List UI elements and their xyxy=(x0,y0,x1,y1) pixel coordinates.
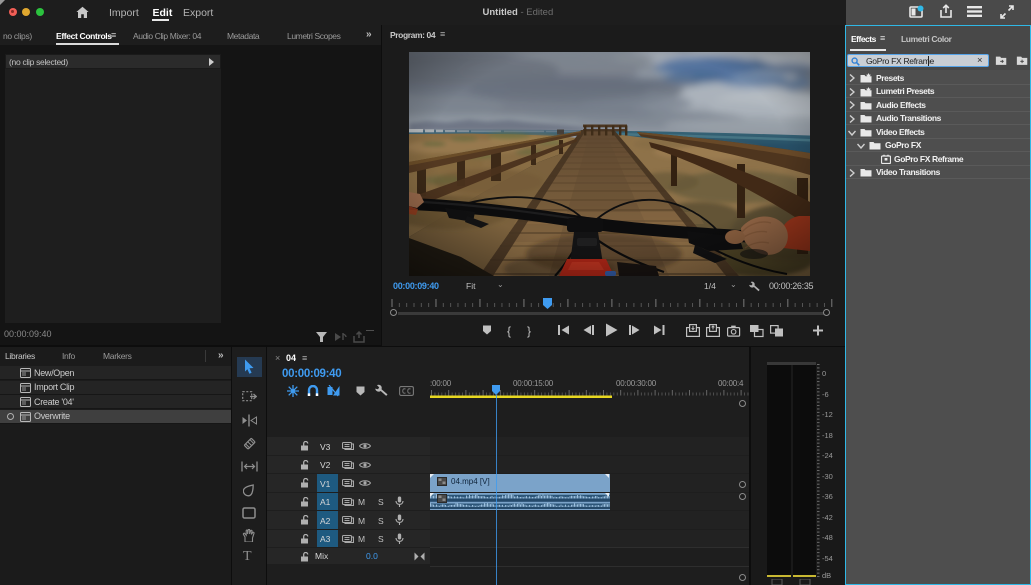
svg-text::00:00: :00:00 xyxy=(430,379,452,388)
svg-text:{: { xyxy=(507,324,511,338)
svg-text:00:00:4: 00:00:4 xyxy=(718,379,744,388)
svg-text:00:00:30:00: 00:00:30:00 xyxy=(616,379,657,388)
svg-text:00:00:15:00: 00:00:15:00 xyxy=(513,379,554,388)
svg-text:}: } xyxy=(527,324,531,338)
